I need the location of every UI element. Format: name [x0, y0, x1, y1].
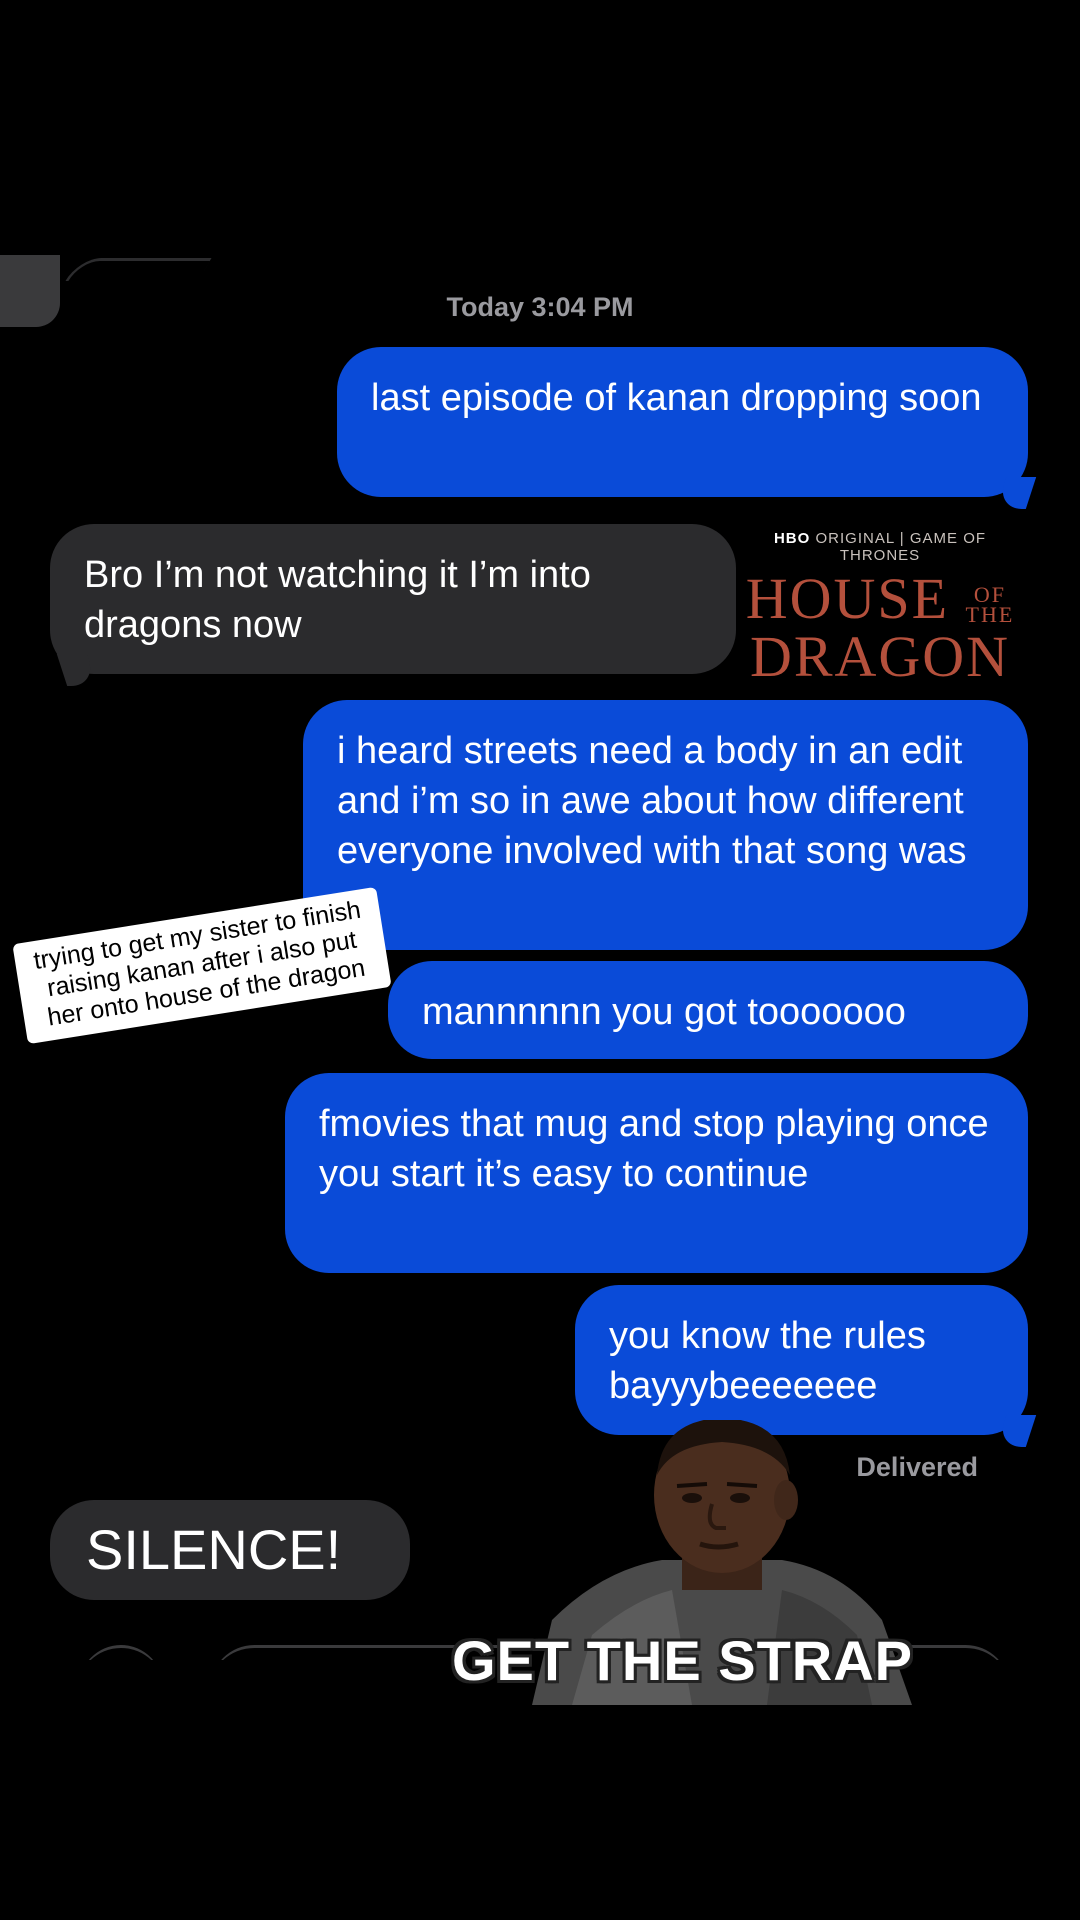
logo-title-the: THE — [965, 601, 1015, 627]
message-bubble-incoming[interactable]: Bro I’m not watching it I’m into dragons… — [50, 524, 736, 674]
message-bubble-incoming[interactable]: SILENCE! — [50, 1500, 410, 1600]
logo-original: ORIGINAL — [815, 530, 895, 547]
logo-title-house: HOUSE — [745, 566, 950, 631]
message-bubble-outgoing[interactable]: fmovies that mug and stop playing once y… — [285, 1073, 1028, 1273]
message-bubble-outgoing[interactable]: i heard streets need a body in an edit a… — [303, 700, 1028, 950]
previous-message-tail-fragment — [65, 258, 212, 281]
logo-network: HBO — [773, 530, 811, 547]
house-of-the-dragon-logo: HBO ORIGINAL | GAME OF THRONES HOUSE OF T… — [745, 530, 1015, 689]
caption-sticker: trying to get my sister to finish raisin… — [12, 886, 392, 1045]
message-bubble-outgoing[interactable]: you know the rules bayyybeeeeeee — [575, 1285, 1028, 1435]
meme-caption: GET THE STRAP — [452, 1629, 914, 1692]
message-bubble-outgoing[interactable]: mannnnnn you got tooooooo — [388, 961, 1028, 1059]
conversation-timestamp: Today 3:04 PM — [446, 292, 634, 322]
logo-title-dragon: DRAGON — [749, 624, 1011, 689]
message-bubble-outgoing[interactable]: last episode of kanan dropping soon — [337, 347, 1028, 497]
